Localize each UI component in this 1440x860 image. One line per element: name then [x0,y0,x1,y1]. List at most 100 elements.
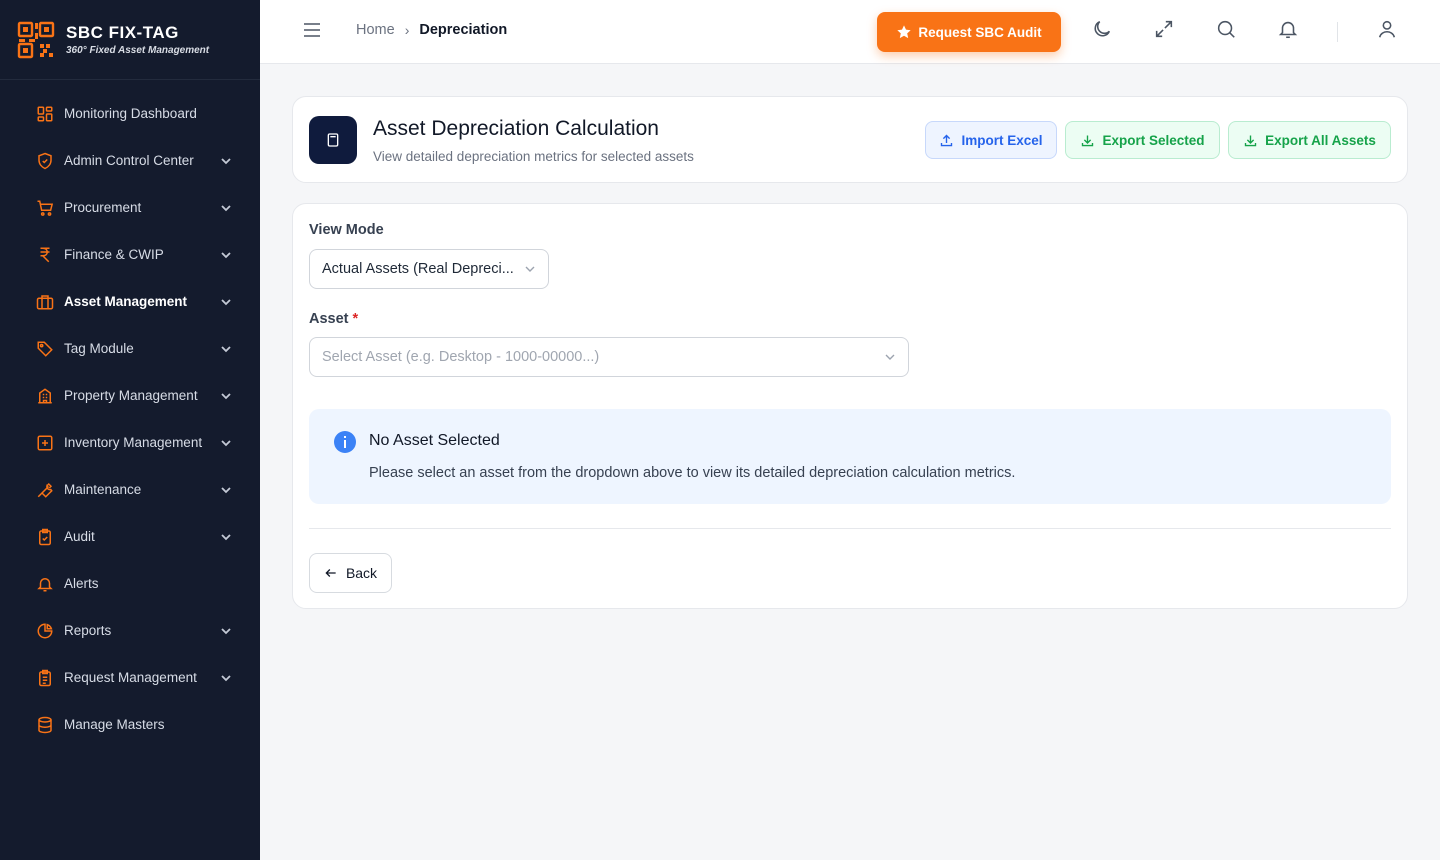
tag-icon [36,340,54,358]
asset-select-placeholder: Select Asset (e.g. Desktop - 1000-00000.… [322,349,600,365]
sidebar-item-manage-masters[interactable]: Manage Masters [0,701,260,748]
import-excel-button[interactable]: Import Excel [925,121,1057,159]
chevron-down-icon [221,627,231,634]
divider [309,528,1391,529]
sidebar-item-label: Reports [64,623,112,638]
hamburger-menu-icon[interactable] [302,20,322,40]
brand-name: SBC FIX-TAG [66,23,179,42]
request-sbc-audit-label: Request SBC Audit [918,24,1042,40]
download-icon [1082,135,1094,146]
view-mode-label: View Mode [309,222,384,238]
sidebar-item-procurement[interactable]: Procurement [0,184,260,231]
chevron-down-icon [221,251,231,258]
request-sbc-audit-button[interactable]: Request SBC Audit [877,12,1061,52]
database-icon [36,716,54,734]
plus-square-icon [36,434,54,452]
moon-icon[interactable] [1091,18,1113,40]
expand-icon[interactable] [1153,18,1175,40]
sidebar-nav: Monitoring Dashboard Admin Control Cente… [0,80,260,748]
sidebar-item-label: Tag Module [64,341,134,356]
sidebar-item-reports[interactable]: Reports [0,607,260,654]
sidebar-item-alerts[interactable]: Alerts [0,560,260,607]
sidebar-item-tag-module[interactable]: Tag Module [0,325,260,372]
sidebar-item-audit[interactable]: Audit [0,513,260,560]
qr-logo-icon [17,21,55,58]
sidebar-item-admin-control-center[interactable]: Admin Control Center [0,137,260,184]
grid-icon [36,105,54,123]
clipboard-check-icon [36,528,54,546]
calculator-icon [309,116,357,164]
user-icon[interactable] [1376,18,1398,40]
sidebar-item-asset-management[interactable]: Asset Management [0,278,260,325]
export-selected-label: Export Selected [1102,132,1205,148]
export-all-assets-button[interactable]: Export All Assets [1228,121,1391,159]
breadcrumb: Home › Depreciation [356,22,507,38]
download-icon [1244,135,1257,146]
chevron-down-icon [221,439,231,446]
export-all-assets-label: Export All Assets [1265,132,1376,148]
search-icon[interactable] [1215,18,1237,40]
info-icon [334,431,356,453]
bell-icon [36,575,54,593]
chevron-down-icon [221,533,231,540]
sidebar-item-label: Procurement [64,200,142,215]
page-title: Asset Depreciation Calculation [373,117,659,140]
header-divider [1337,22,1338,42]
import-excel-label: Import Excel [961,132,1043,148]
depreciation-form-card: View Mode Actual Assets (Real Depreci...… [292,203,1408,609]
clipboard-list-icon [36,669,54,687]
sidebar-item-label: Finance & CWIP [64,247,164,262]
wrench-icon [36,481,54,499]
shield-check-icon [36,152,54,170]
chevron-down-icon [221,392,231,399]
page-header-card: Asset Depreciation Calculation View deta… [292,96,1408,183]
breadcrumb-current: Depreciation [419,22,508,38]
sidebar-item-maintenance[interactable]: Maintenance [0,466,260,513]
brand[interactable]: SBC FIX-TAG 360° Fixed Asset Management [0,0,260,80]
brand-tagline: 360° Fixed Asset Management [66,45,210,56]
chevron-down-icon [221,204,231,211]
chevron-down-icon [525,266,535,272]
back-label: Back [345,565,378,581]
sidebar-item-label: Audit [64,529,95,544]
chevron-down-icon [221,157,231,164]
asset-label: Asset [309,311,349,327]
sidebar-item-request-management[interactable]: Request Management [0,654,260,701]
upload-icon [941,134,953,146]
back-button[interactable]: Back [309,553,392,593]
sidebar-item-label: Request Management [64,670,197,685]
sidebar-item-label: Admin Control Center [64,153,194,168]
sidebar-item-monitoring-dashboard[interactable]: Monitoring Dashboard [0,90,260,137]
chevron-down-icon [885,354,895,360]
sidebar: SBC FIX-TAG 360° Fixed Asset Management … [0,0,260,860]
sidebar-item-label: Asset Management [64,294,188,309]
view-mode-select[interactable]: Actual Assets (Real Depreci... [309,249,549,289]
sidebar-item-label: Manage Masters [64,717,165,732]
arrow-left-icon [325,569,336,577]
export-selected-button[interactable]: Export Selected [1065,121,1220,159]
sidebar-item-label: Monitoring Dashboard [64,106,197,121]
breadcrumb-home[interactable]: Home [356,22,395,38]
building-icon [36,387,54,405]
chevron-down-icon [221,298,231,305]
sidebar-item-property-management[interactable]: Property Management [0,372,260,419]
chevron-down-icon [221,674,231,681]
sidebar-item-label: Inventory Management [64,435,203,450]
top-bar: Home › Depreciation Request SBC Audit [260,0,1440,64]
asset-label-row: Asset * [309,311,358,327]
breadcrumb-separator: › [404,22,410,38]
rupee-icon [36,246,54,264]
view-mode-value: Actual Assets (Real Depreci... [322,261,514,277]
no-asset-info-box: No Asset Selected Please select an asset… [309,409,1391,504]
asset-select[interactable]: Select Asset (e.g. Desktop - 1000-00000.… [309,337,909,377]
info-text: Please select an asset from the dropdown… [369,465,1016,481]
sidebar-item-inventory-management[interactable]: Inventory Management [0,419,260,466]
chevron-down-icon [221,486,231,493]
required-mark: * [352,311,359,327]
briefcase-icon [36,293,54,311]
star-icon [897,25,912,39]
notification-bell-icon[interactable] [1277,18,1299,40]
chevron-down-icon [221,345,231,352]
sidebar-item-label: Property Management [64,388,198,403]
sidebar-item-finance-cwip[interactable]: Finance & CWIP [0,231,260,278]
